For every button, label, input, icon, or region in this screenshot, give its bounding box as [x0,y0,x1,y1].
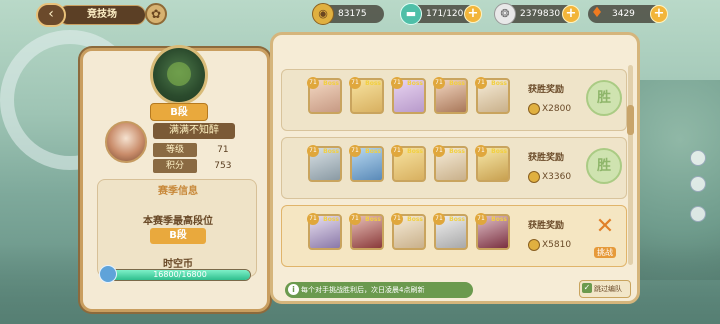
unit-portrait: 71 Boss [349,213,384,250]
unit-portrait: 71 Boss [391,77,426,114]
stamina-resource: ▬ 171/120 + [400,3,482,25]
score-value: 753 [214,161,232,171]
add-stamina-button[interactable]: + [464,5,482,23]
time-coin-icon [99,265,117,283]
rank-label: B段 [150,103,208,121]
score-label: 积分 [153,159,197,173]
add-silver-button[interactable]: + [562,5,580,23]
opponent-row[interactable]: 71 Boss 71 Boss 71 Boss 71 Boss 71 Boss 获胜奖励 … [281,137,627,199]
stamina-icon: ▬ [400,3,422,25]
unit-portrait: 71 Boss [433,77,468,114]
back-arrow-icon[interactable]: ‹ [36,3,66,27]
emblem-icon[interactable]: ✿ [145,3,167,25]
list-scrollbar[interactable] [627,65,634,265]
unit-portrait: 71 Boss [307,77,342,114]
silver-resource: ❂ 2379830 + [494,3,580,25]
challenge-button[interactable]: ✕ 挑战 [586,214,624,258]
side-control-icon[interactable] [690,206,706,222]
crossed-swords-icon: ✕ [595,214,615,239]
checkbox-icon: ✓ [582,283,592,293]
score-row: 积分 753 [153,159,251,173]
scroll-thumb[interactable] [627,105,634,135]
refresh-hint: i 每个对手挑战胜利后，次日凌晨4点刷新 [285,282,473,298]
carrot-value: 3429 [612,9,635,19]
silver-value: 2379830 [520,9,561,19]
carrot-resource: ♦ 3429 + [588,5,668,23]
level-label: 等级 [153,143,197,157]
unit-portrait: 71 Boss [307,145,342,182]
gold-value: 83175 [338,9,367,19]
player-panel: B段 满满不知醉 等级 71 积分 753 赛季信息 本赛季最高段位 B段 时空… [80,45,270,312]
coin-icon [528,170,540,183]
opponent-row[interactable]: 71 Boss 71 Boss 71 Boss 71 Boss 71 Boss 获胜奖励 … [281,69,627,131]
unit-portrait: 71 Boss [475,145,510,182]
opponent-row[interactable]: 71 Boss 71 Boss 71 Boss 71 Boss 71 Boss 获胜奖励 … [281,205,627,267]
unit-portrait: 71 Boss [391,213,426,250]
player-name: 满满不知醉 [153,123,235,139]
coin-icon [528,102,540,115]
reward-label: 获胜奖励 [528,153,565,163]
add-carrot-button[interactable]: + [650,5,668,23]
unit-portrait: 71 Boss [349,77,384,114]
skip-label: 跳过编队 [594,285,622,293]
rank-emblem-icon [150,45,208,105]
reward-value: X2800 [528,102,571,116]
side-control-icon[interactable] [690,150,706,166]
unit-portrait: 71 Boss [475,213,510,250]
gold-resource: ◉ 83175 [312,3,384,25]
season-title: 赛季信息 [158,186,198,197]
level-row: 等级 71 [153,143,251,157]
reward-label: 获胜奖励 [528,85,565,95]
victory-badge: 胜 [586,148,622,184]
skip-formation-toggle[interactable]: ✓ 跳过编队 [579,280,631,298]
hint-text: 每个对手挑战胜利后，次日凌晨4点刷新 [301,286,425,294]
reward-label: 获胜奖励 [528,221,565,231]
best-rank-value: B段 [150,228,206,244]
challenge-label: 挑战 [594,247,616,258]
level-value: 71 [217,145,229,155]
reward-value: X5810 [528,238,571,252]
unit-portrait: 71 Boss [307,213,342,250]
victory-badge: 胜 [586,80,622,116]
stamina-value: 171/120 [426,9,464,19]
unit-portrait: 71 Boss [475,77,510,114]
coin-icon [528,238,540,251]
time-coin-text: 16800/16800 [153,270,207,279]
game-screen: 竞技场 ‹ ✿ ◉ 83175 ▬ 171/120 + ❂ 2379830 + … [0,0,720,324]
page-title: 竞技场 [58,5,146,25]
unit-portrait: 71 Boss [433,145,468,182]
unit-portrait: 71 Boss [433,213,468,250]
gold-coin-icon: ◉ [312,3,334,25]
reward-value: X3360 [528,170,571,184]
info-icon: i [288,284,299,295]
opponent-panel: 71 Boss 71 Boss 71 Boss 71 Boss 71 Boss 获胜奖励 … [270,32,640,304]
unit-portrait: 71 Boss [349,145,384,182]
side-control-icon[interactable] [690,176,706,192]
opponent-list[interactable]: 71 Boss 71 Boss 71 Boss 71 Boss 71 Boss 获胜奖励 … [281,45,627,267]
unit-portrait: 71 Boss [391,145,426,182]
silver-coin-icon: ❂ [494,3,516,25]
carrot-icon: ♦ [590,5,604,21]
top-bar: 竞技场 ‹ ✿ ◉ 83175 ▬ 171/120 + ❂ 2379830 + … [0,0,720,30]
best-rank-label: 本赛季最高段位 [143,216,213,227]
avatar[interactable] [105,121,147,163]
